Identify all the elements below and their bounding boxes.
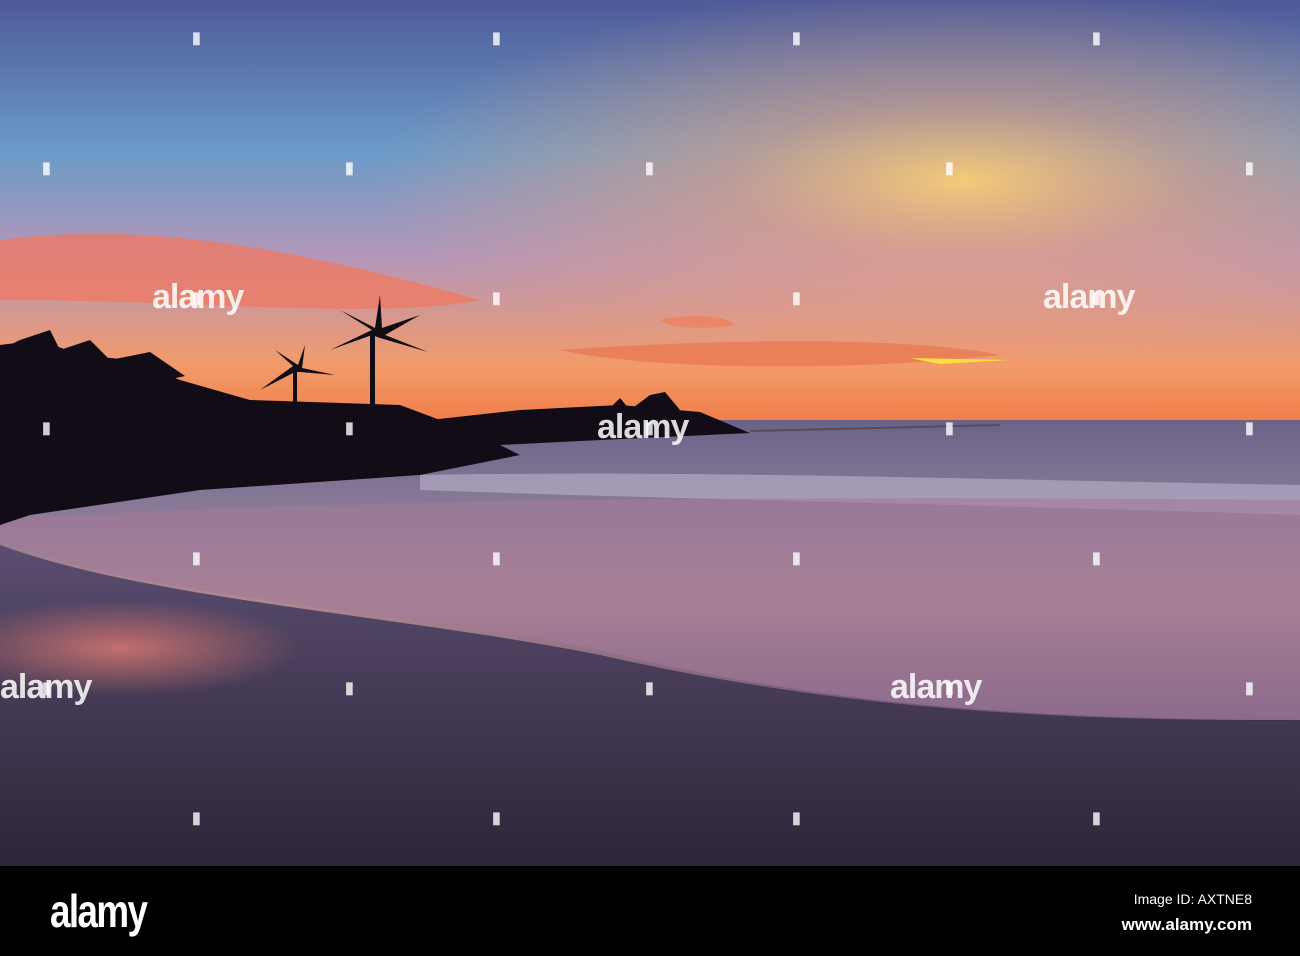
watermark-mark: ▮: [492, 30, 501, 47]
watermark-mark: ▮: [945, 160, 954, 177]
watermark-mark: ▮: [42, 420, 51, 437]
watermark-mark: ▮: [492, 290, 501, 307]
watermark-mark: ▮: [945, 680, 954, 697]
watermark: alamy: [597, 408, 689, 446]
site-url: www.alamy.com: [1121, 915, 1252, 934]
watermark-mark: ▮: [192, 810, 201, 827]
watermark: alamy: [1043, 278, 1135, 316]
watermark-mark: ▮: [492, 810, 501, 827]
watermark-mark: ▮: [42, 680, 51, 697]
footer-bar: alamy Image ID: AXTNE8 www.alamy.com: [0, 866, 1300, 956]
watermark-mark: ▮: [645, 420, 654, 437]
watermark-mark: ▮: [345, 680, 354, 697]
watermark-mark: ▮: [645, 680, 654, 697]
watermark-mark: ▮: [645, 160, 654, 177]
watermark-mark: ▮: [192, 290, 201, 307]
stock-photo: alamy alamy alamy alamy alamy alamy Imag…: [0, 0, 1300, 956]
watermark-mark: ▮: [792, 290, 801, 307]
watermark-mark: ▮: [1092, 290, 1101, 307]
watermark-mark: ▮: [42, 160, 51, 177]
watermark-mark: ▮: [945, 420, 954, 437]
watermark-mark: ▮: [1245, 160, 1254, 177]
watermark-mark: ▮: [1092, 550, 1101, 567]
alamy-logo: alamy: [50, 885, 148, 937]
watermark-mark: ▮: [192, 30, 201, 47]
watermark-mark: ▮: [792, 550, 801, 567]
watermark-mark: ▮: [345, 420, 354, 437]
watermark: alamy: [890, 668, 982, 706]
watermark-mark: ▮: [792, 30, 801, 47]
watermark-mark: ▮: [1092, 30, 1101, 47]
watermark-mark: ▮: [492, 550, 501, 567]
watermark-mark: ▮: [792, 810, 801, 827]
watermark-mark: ▮: [192, 550, 201, 567]
image-id: Image ID: AXTNE8: [1133, 891, 1252, 907]
watermark-mark: ▮: [345, 160, 354, 177]
watermark-mark: ▮: [1245, 420, 1254, 437]
watermark-mark: ▮: [1245, 680, 1254, 697]
watermark-mark: ▮: [1092, 810, 1101, 827]
